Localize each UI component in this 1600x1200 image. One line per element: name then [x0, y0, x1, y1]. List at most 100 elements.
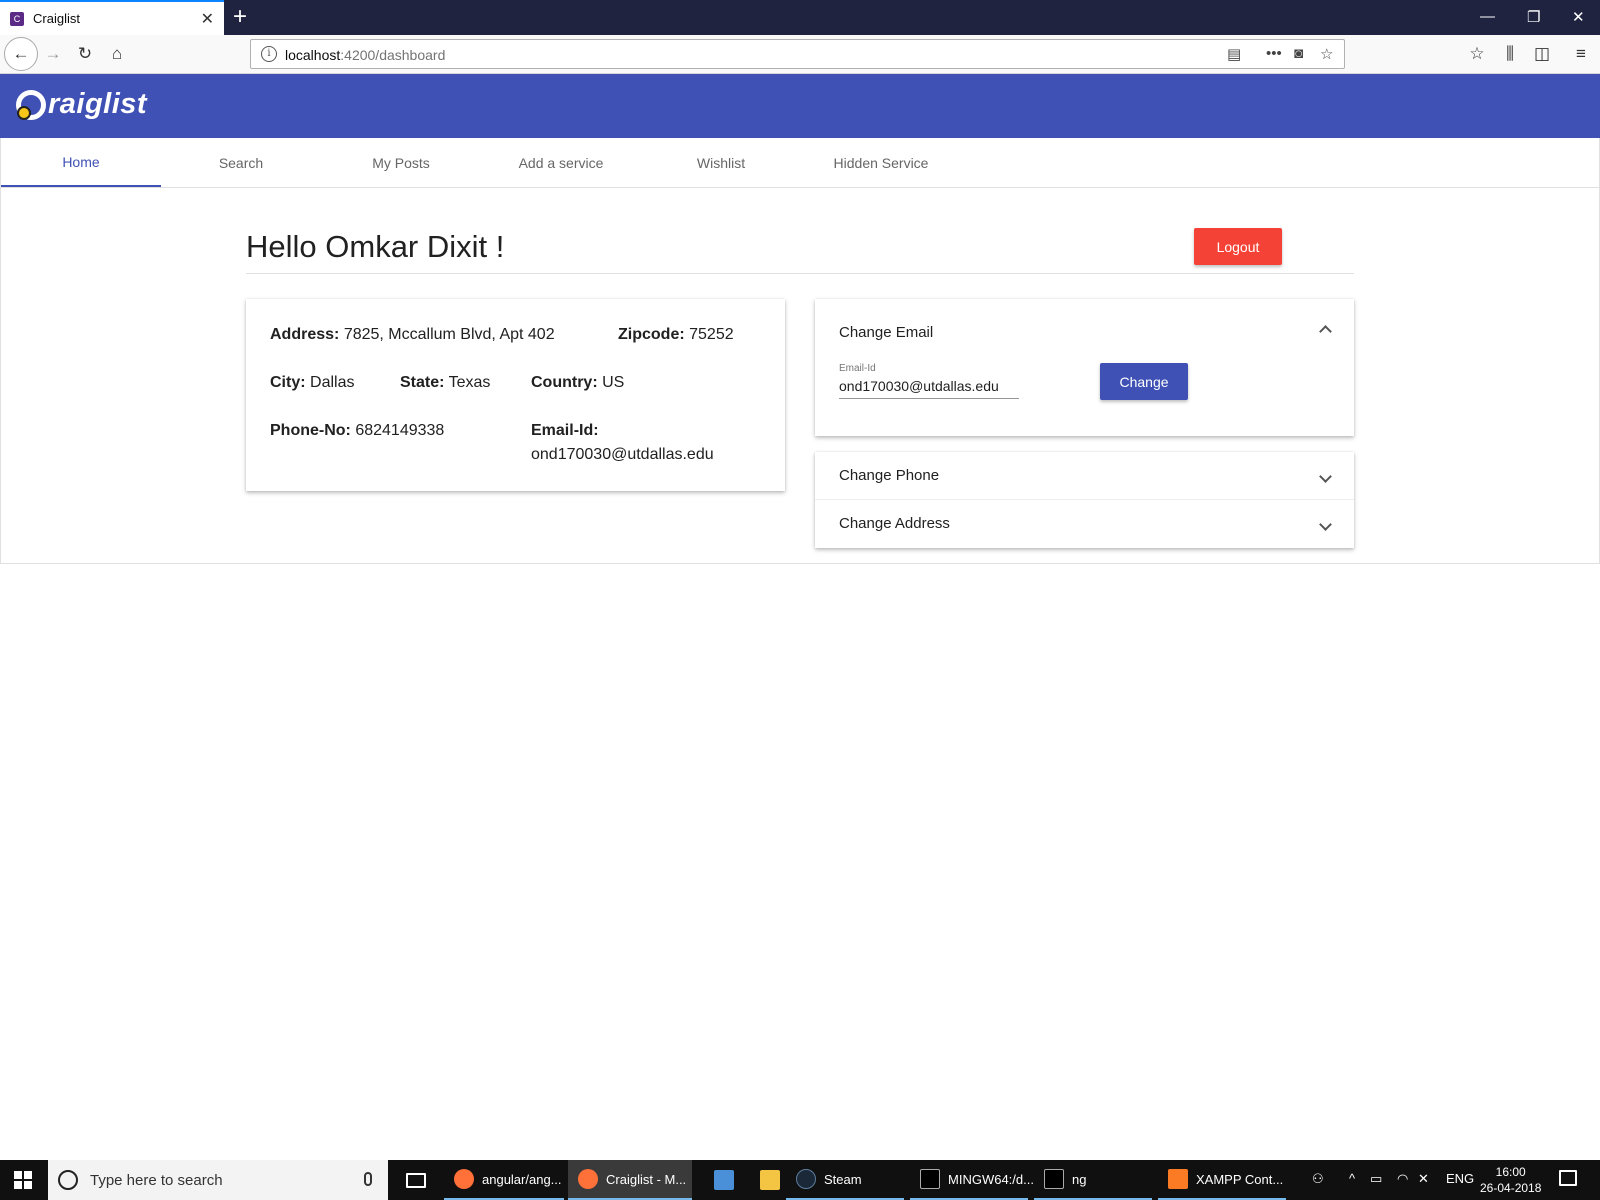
browser-tab[interactable]: C Craiglist ✕	[0, 0, 224, 35]
change-phone-header[interactable]: Change Phone	[839, 467, 939, 484]
taskbar-search-placeholder: Type here to search	[90, 1171, 223, 1189]
url-path: :4200/dashboard	[340, 47, 446, 63]
clock-date: 26-04-2018	[1480, 1181, 1542, 1195]
people-icon[interactable]: ⚇	[1312, 1171, 1324, 1187]
taskbar-app-mingw[interactable]: MINGW64:/d...	[910, 1160, 1034, 1200]
url-host: localhost	[285, 47, 341, 63]
logo-mark-icon	[16, 89, 46, 120]
phone-label: Phone-No:	[270, 422, 351, 439]
battery-icon[interactable]: ▭	[1370, 1171, 1382, 1187]
browser-toolbar: ← → ↻ ⌂ i localhost:4200/dashboard ▤ •••…	[0, 35, 1600, 74]
home-icon[interactable]: ⌂	[106, 43, 128, 65]
reload-icon[interactable]: ↻	[74, 43, 96, 65]
terminal-icon	[1044, 1169, 1064, 1189]
change-address-header[interactable]: Change Address	[839, 515, 950, 532]
taskbar-app-firefox-craiglist[interactable]: Craiglist - M...	[568, 1160, 692, 1200]
accordion-collapsed: Change Phone Change Address	[815, 452, 1354, 548]
taskbar-app-explorer[interactable]	[750, 1160, 786, 1200]
clock[interactable]: 16:00 26-04-2018	[1480, 1164, 1541, 1196]
new-tab-icon[interactable]: +	[233, 3, 247, 31]
folder-icon	[760, 1170, 780, 1190]
tab-title: Craiglist	[33, 11, 80, 26]
taskbar-app-xampp[interactable]: XAMPP Cont...	[1158, 1160, 1286, 1200]
taskbar-app-label: MINGW64:/d...	[948, 1171, 1034, 1187]
address-label: Address:	[270, 326, 340, 343]
state-value: Texas	[448, 374, 491, 391]
steam-icon	[796, 1169, 816, 1189]
show-hidden-icons-icon[interactable]: ^	[1349, 1171, 1355, 1186]
taskbar-app-label: angular/ang...	[482, 1171, 562, 1187]
minimize-icon[interactable]: —	[1480, 8, 1495, 25]
library-icon[interactable]: ⫼	[1499, 43, 1521, 65]
taskbar-app-ng[interactable]: ng	[1034, 1160, 1152, 1200]
url-text[interactable]: localhost:4200/dashboard	[285, 47, 445, 63]
bookmark-star-icon[interactable]: ☆	[1320, 45, 1333, 63]
site-info-icon[interactable]: i	[261, 46, 277, 62]
action-center-icon[interactable]	[1559, 1170, 1577, 1186]
chevron-up-icon[interactable]	[1319, 325, 1332, 338]
xampp-icon	[1168, 1169, 1188, 1189]
taskbar-app-firefox-angular[interactable]: angular/ang...	[444, 1160, 564, 1200]
email-input[interactable]	[839, 378, 1019, 399]
language-indicator[interactable]: ENG	[1446, 1171, 1474, 1186]
email-label: Email-Id:	[531, 422, 599, 439]
state-label: State:	[400, 374, 445, 391]
country-field: Country: US	[531, 371, 624, 395]
city-field: City: Dallas	[270, 371, 354, 395]
window-close-icon[interactable]: ✕	[1572, 8, 1585, 26]
reader-view-icon[interactable]: ▤	[1227, 45, 1241, 63]
change-email-panel: Change Email Email-Id Change	[815, 299, 1354, 436]
taskbar-app-label: XAMPP Cont...	[1196, 1171, 1284, 1187]
favicon-icon: C	[10, 11, 24, 26]
laptop-icon	[714, 1170, 734, 1190]
craiglist-logo[interactable]: raiglist	[16, 88, 147, 121]
back-icon[interactable]: ←	[4, 37, 38, 71]
zipcode-label: Zipcode:	[618, 326, 685, 343]
tab-search[interactable]: Search	[161, 138, 321, 187]
nav-tabs: Home Search My Posts Add a service Wishl…	[1, 138, 1599, 188]
taskbar-app-label: Craiglist - M...	[606, 1171, 687, 1187]
tab-my-posts[interactable]: My Posts	[321, 138, 481, 187]
taskbar-app-label: ng	[1072, 1171, 1087, 1187]
windows-start-icon[interactable]	[14, 1171, 32, 1189]
restore-icon[interactable]: ❐	[1527, 8, 1540, 26]
title-divider	[246, 273, 1354, 274]
tab-wishlist[interactable]: Wishlist	[641, 138, 801, 187]
change-email-button[interactable]: Change	[1100, 363, 1188, 400]
city-label: City:	[270, 374, 306, 391]
country-label: Country:	[531, 374, 598, 391]
close-tab-icon[interactable]: ✕	[201, 9, 214, 29]
address-bar[interactable]: i localhost:4200/dashboard ▤ ••• ◙ ☆	[250, 39, 1345, 69]
microphone-icon[interactable]	[364, 1172, 372, 1186]
pocket-icon[interactable]: ◙	[1294, 45, 1303, 62]
task-view-icon[interactable]	[406, 1173, 426, 1188]
menu-icon[interactable]: ≡	[1570, 43, 1592, 65]
app-header: raiglist	[0, 74, 1600, 138]
chevron-down-icon[interactable]	[1319, 470, 1332, 483]
state-field: State: Texas	[400, 371, 490, 395]
firefox-icon	[578, 1169, 598, 1189]
phone-field: Phone-No: 6824149338	[270, 419, 444, 443]
tab-home[interactable]: Home	[1, 138, 161, 187]
chevron-down-icon[interactable]	[1319, 518, 1332, 531]
panel-divider	[815, 499, 1354, 500]
email-field: Email-Id: ond170030@utdallas.edu	[531, 419, 714, 467]
forward-icon[interactable]: →	[42, 43, 64, 65]
bookmarks-icon[interactable]: ☆	[1466, 43, 1488, 65]
volume-muted-icon[interactable]: ✕	[1418, 1171, 1429, 1187]
wifi-icon[interactable]: ◠	[1397, 1171, 1408, 1187]
taskbar-app-steam[interactable]: Steam	[786, 1160, 904, 1200]
terminal-icon	[920, 1169, 940, 1189]
cortana-icon	[58, 1170, 78, 1190]
tab-hidden-service[interactable]: Hidden Service	[801, 138, 961, 187]
taskbar-search[interactable]: Type here to search	[48, 1160, 388, 1200]
clock-time: 16:00	[1495, 1165, 1526, 1179]
sidebar-icon[interactable]: ◫	[1531, 43, 1553, 65]
zipcode-value: 75252	[689, 326, 734, 343]
logout-button[interactable]: Logout	[1194, 228, 1282, 265]
tab-add-service[interactable]: Add a service	[481, 138, 641, 187]
page-actions-icon[interactable]: •••	[1266, 45, 1282, 62]
browser-tab-strip: C Craiglist ✕ + — ❐ ✕	[0, 0, 1600, 35]
change-email-header[interactable]: Change Email	[839, 324, 933, 341]
taskbar-app-laptop[interactable]	[704, 1160, 740, 1200]
